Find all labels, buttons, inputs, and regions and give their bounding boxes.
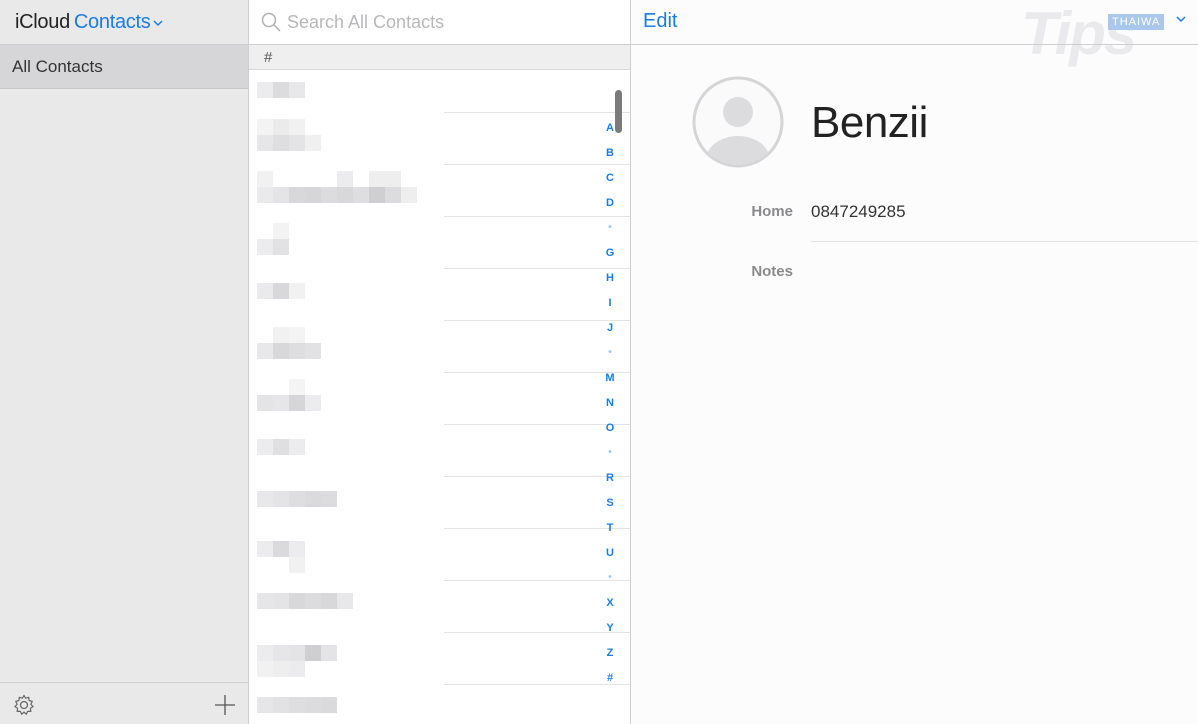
contacts-app-switcher[interactable]: Contacts — [74, 11, 164, 34]
field-label-notes: Notes — [751, 263, 793, 280]
index-letter-t[interactable]: T — [602, 520, 618, 545]
field-value-home[interactable]: 0847249285 — [811, 202, 906, 222]
plus-icon[interactable] — [213, 693, 237, 717]
index-letter-m[interactable]: M — [602, 370, 618, 395]
chevron-down-icon — [153, 19, 163, 26]
search-bar[interactable]: Search All Contacts — [249, 0, 630, 45]
index-letter-d[interactable]: D — [602, 195, 618, 220]
contact-list-pane: Search All Contacts # A B C D • G H I J … — [249, 0, 631, 724]
section-header: # — [249, 45, 630, 70]
group-label: All Contacts — [12, 56, 103, 76]
search-icon — [261, 12, 281, 32]
list-item[interactable] — [249, 425, 630, 477]
list-item[interactable] — [249, 70, 630, 113]
list-item[interactable] — [249, 477, 630, 529]
group-all-contacts[interactable]: All Contacts — [0, 45, 248, 89]
chevron-down-icon[interactable] — [1176, 16, 1186, 23]
list-item[interactable] — [249, 685, 630, 724]
search-input[interactable]: Search All Contacts — [287, 12, 444, 33]
index-dot[interactable]: • — [602, 570, 618, 595]
watermark-badge: THAIWA — [1108, 14, 1165, 30]
app-name: iCloud — [15, 10, 70, 33]
index-letter-hash[interactable]: # — [602, 670, 618, 695]
gear-icon[interactable] — [13, 694, 35, 716]
index-letter-c[interactable]: C — [602, 170, 618, 195]
list-item[interactable] — [249, 321, 630, 373]
list-item[interactable] — [249, 165, 630, 217]
index-letter-g[interactable]: G — [602, 245, 618, 270]
avatar-icon — [692, 76, 784, 168]
index-letter-x[interactable]: X — [602, 595, 618, 620]
index-letter-o[interactable]: O — [602, 420, 618, 445]
index-letter-n[interactable]: N — [602, 395, 618, 420]
list-item[interactable] — [249, 113, 630, 165]
list-item[interactable] — [249, 269, 630, 321]
list-item[interactable] — [249, 633, 630, 685]
sidebar-header: iCloud Contacts — [0, 0, 248, 45]
list-item[interactable] — [249, 581, 630, 633]
index-letter-b[interactable]: B — [602, 145, 618, 170]
detail-header: Edit Tips THAIWA — [631, 0, 1198, 64]
index-dot[interactable]: • — [602, 220, 618, 245]
watermark-logo: Tips — [1021, 0, 1137, 67]
index-letter-j[interactable]: J — [602, 320, 618, 345]
contact-rows — [249, 70, 630, 724]
edit-button[interactable]: Edit — [643, 10, 677, 33]
index-dot[interactable]: • — [602, 445, 618, 470]
contact-detail-pane: Edit Tips THAIWA Benzii Home 0847249285 … — [631, 0, 1198, 724]
index-letter-h[interactable]: H — [602, 270, 618, 295]
alphabet-index[interactable]: A B C D • G H I J • M N O • R S T U • X … — [602, 120, 618, 695]
list-item[interactable] — [249, 529, 630, 581]
field-label-home: Home — [751, 203, 793, 220]
index-letter-i[interactable]: I — [602, 295, 618, 320]
index-letter-s[interactable]: S — [602, 495, 618, 520]
field-divider — [811, 241, 1198, 242]
index-letter-z[interactable]: Z — [602, 645, 618, 670]
sidebar: iCloud Contacts All Contacts — [0, 0, 249, 724]
index-letter-y[interactable]: Y — [602, 620, 618, 645]
index-letter-r[interactable]: R — [602, 470, 618, 495]
index-dot[interactable]: • — [602, 345, 618, 370]
sidebar-footer — [0, 682, 248, 724]
index-letter-u[interactable]: U — [602, 545, 618, 570]
section-label: Contacts — [73, 10, 151, 33]
list-item[interactable] — [249, 217, 630, 269]
list-item[interactable] — [249, 373, 630, 425]
contact-name: Benzii — [811, 98, 928, 147]
list-scrollbar[interactable] — [615, 90, 622, 133]
